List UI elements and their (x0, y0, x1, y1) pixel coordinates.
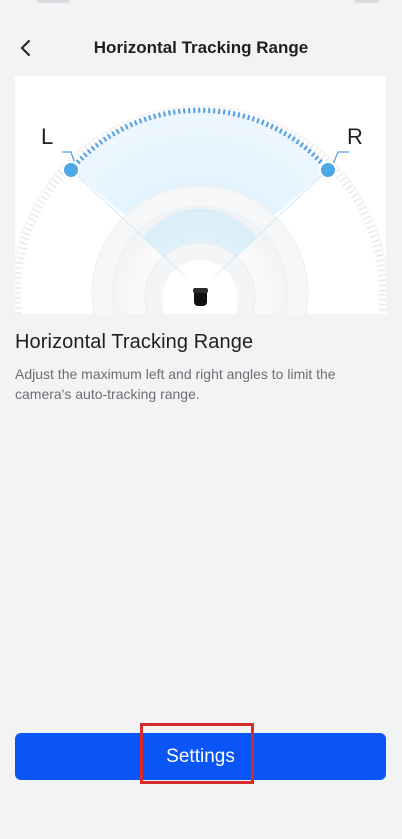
section-title: Horizontal Tracking Range (15, 331, 254, 353)
tracking-range-illustration: L R (15, 76, 386, 314)
right-limit-label: R (347, 124, 363, 149)
section-description: Adjust the maximum left and right angles… (15, 366, 336, 402)
battery-icon (354, 0, 380, 3)
camera-icon (193, 288, 208, 306)
page-title: Horizontal Tracking Range (93, 38, 309, 57)
left-limit-handle (62, 161, 80, 179)
left-limit-label: L (41, 124, 53, 149)
status-bar (0, 0, 402, 6)
status-time (36, 0, 70, 3)
settings-button[interactable]: Settings (15, 733, 386, 780)
navigation-bar: Horizontal Tracking Range (0, 22, 402, 72)
right-limit-handle (319, 161, 337, 179)
settings-button-label: Settings (166, 745, 235, 767)
